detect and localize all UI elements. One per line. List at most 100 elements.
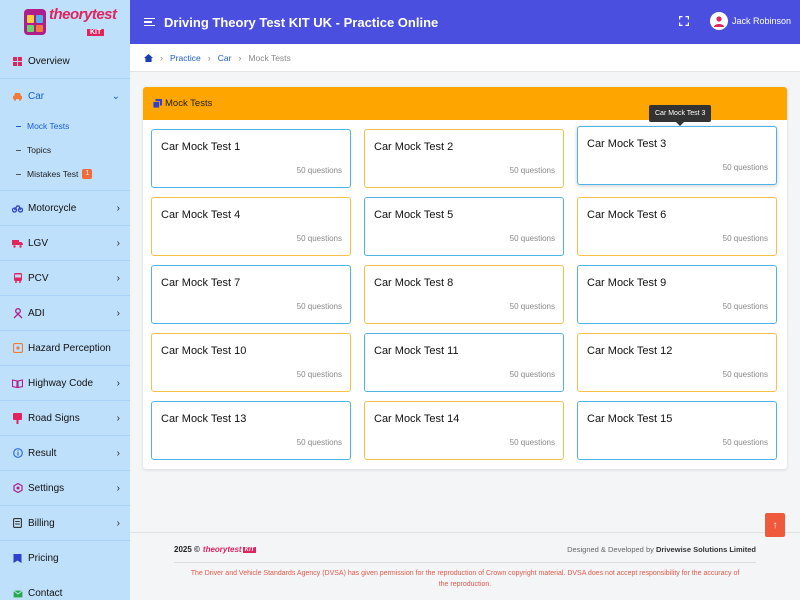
- user-name[interactable]: Jack Robinson: [732, 16, 791, 26]
- sidebar-item-overview[interactable]: Overview: [0, 44, 130, 79]
- mock-test-question-count: 50 questions: [722, 234, 768, 243]
- sidebar-item-result[interactable]: Result ›: [0, 436, 130, 471]
- mock-test-title: Car Mock Test 11: [374, 345, 459, 357]
- mock-test-question-count: 50 questions: [509, 166, 555, 175]
- mock-test-card[interactable]: Car Mock Test 15 50 questions: [577, 401, 777, 460]
- mock-test-question-count: 50 questions: [509, 370, 555, 379]
- chevron-right-icon: ›: [116, 447, 120, 459]
- mock-test-question-count: 50 questions: [296, 166, 342, 175]
- footer-brand-kit: KIT: [242, 546, 257, 553]
- chevron-right-icon: ›: [116, 272, 120, 284]
- dash-icon: [16, 125, 21, 127]
- sidebar-item-label: Result: [28, 447, 57, 459]
- sidebar-item-adi[interactable]: ADI ›: [0, 296, 130, 331]
- home-icon[interactable]: [144, 53, 153, 62]
- breadcrumb-separator-icon: ›: [238, 52, 242, 63]
- sidebar-item-hazard-perception[interactable]: Hazard Perception: [0, 331, 130, 366]
- fullscreen-icon[interactable]: [679, 16, 689, 26]
- sidebar-subitem-mock-tests[interactable]: Mock Tests: [0, 114, 130, 138]
- mock-test-title: Car Mock Test 8: [374, 277, 454, 289]
- sidebar-item-road-signs[interactable]: Road Signs ›: [0, 401, 130, 436]
- logo-badge-icon: [24, 9, 46, 35]
- mock-test-card[interactable]: Car Mock Test 10 50 questions: [151, 333, 351, 392]
- sidebar-item-label: ADI: [28, 307, 45, 319]
- truck-icon: [12, 238, 23, 249]
- mock-test-card[interactable]: Car Mock Test 4 50 questions: [151, 197, 351, 256]
- sidebar-subitem-label: Topics: [27, 145, 52, 155]
- mock-test-title: Car Mock Test 14: [374, 413, 460, 425]
- sidebar-subitem-topics[interactable]: Topics: [0, 138, 130, 162]
- mock-test-card[interactable]: Car Mock Test 1 50 questions: [151, 129, 351, 188]
- mock-test-card[interactable]: Car Mock Test 12 50 questions: [577, 333, 777, 392]
- instructor-icon: [12, 307, 23, 319]
- sidebar-item-settings[interactable]: Settings ›: [0, 471, 130, 506]
- mock-test-card[interactable]: Car Mock Test 5 50 questions: [364, 197, 564, 256]
- footer-designed-by: Designed & Developed by: [567, 545, 654, 554]
- sidebar-item-lgv[interactable]: LGV ›: [0, 226, 130, 261]
- logo[interactable]: theorytest KIT: [0, 0, 130, 44]
- breadcrumb: › Practice › Car › Mock Tests: [130, 44, 800, 72]
- scroll-to-top-button[interactable]: ↑: [765, 513, 785, 537]
- footer-company[interactable]: Drivewise Solutions Limited: [656, 545, 756, 554]
- footer-copyright: 2025 © theorytest KIT: [174, 545, 257, 554]
- footer-divider: [174, 562, 756, 563]
- avatar[interactable]: [710, 12, 728, 30]
- breadcrumb-current: Mock Tests: [248, 52, 291, 63]
- footer-brand: theorytest: [202, 545, 242, 554]
- menu-toggle-icon[interactable]: [144, 17, 155, 27]
- motorcycle-icon: [12, 203, 23, 214]
- sidebar-item-label: Contact: [28, 588, 63, 599]
- chevron-down-icon: ⌄: [111, 91, 120, 102]
- copy-icon: [153, 99, 162, 108]
- sidebar-item-label: Billing: [28, 517, 55, 529]
- sidebar-item-pricing[interactable]: Pricing: [0, 541, 130, 576]
- grid-icon: [12, 56, 23, 67]
- mock-test-card[interactable]: Car Mock Test 6 50 questions: [577, 197, 777, 256]
- mock-test-card[interactable]: Car Mock Test 11 50 questions: [364, 333, 564, 392]
- chevron-right-icon: ›: [116, 377, 120, 389]
- footer-credit: Designed & Developed by Drivewise Soluti…: [567, 545, 756, 554]
- mock-test-question-count: 50 questions: [296, 234, 342, 243]
- car-icon: [12, 91, 23, 102]
- sidebar-item-label: Hazard Perception: [28, 342, 111, 354]
- breadcrumb-separator-icon: ›: [160, 52, 163, 63]
- sidebar-item-label: Pricing: [28, 553, 59, 564]
- mock-test-card[interactable]: Car Mock Test 3 50 questions: [577, 126, 777, 185]
- info-icon: [12, 448, 23, 459]
- mock-test-card[interactable]: Car Mock Test 13 50 questions: [151, 401, 351, 460]
- sidebar-item-motorcycle[interactable]: Motorcycle ›: [0, 191, 130, 226]
- sidebar-item-label: PCV: [28, 272, 49, 284]
- mock-test-title: Car Mock Test 10: [161, 345, 247, 357]
- car-submenu: Mock Tests Topics Mistakes Test 1: [0, 114, 130, 191]
- breadcrumb-separator-icon: ›: [207, 52, 211, 63]
- mock-test-question-count: 50 questions: [722, 370, 768, 379]
- mock-test-question-count: 50 questions: [722, 438, 768, 447]
- mock-test-question-count: 50 questions: [722, 163, 768, 172]
- mock-test-question-count: 50 questions: [296, 438, 342, 447]
- mock-test-title: Car Mock Test 3: [587, 138, 667, 150]
- mistakes-count-badge: 1: [82, 169, 93, 179]
- breadcrumb-practice[interactable]: Practice: [170, 53, 201, 63]
- sidebar-item-label: LGV: [28, 237, 49, 249]
- mock-test-question-count: 50 questions: [509, 302, 555, 311]
- footer-year: 2025 ©: [174, 545, 200, 554]
- sidebar-item-label: Road Signs: [28, 412, 80, 424]
- chevron-right-icon: ›: [116, 202, 120, 214]
- mock-test-question-count: 50 questions: [296, 370, 342, 379]
- sidebar-item-pcv[interactable]: PCV ›: [0, 261, 130, 296]
- sidebar-item-highway-code[interactable]: Highway Code ›: [0, 366, 130, 401]
- mock-test-card[interactable]: Car Mock Test 8 50 questions: [364, 265, 564, 324]
- mock-test-title: Car Mock Test 4: [161, 209, 241, 221]
- dash-icon: [16, 149, 21, 151]
- mock-test-card[interactable]: Car Mock Test 14 50 questions: [364, 401, 564, 460]
- sidebar-subitem-mistakes-test[interactable]: Mistakes Test 1: [0, 162, 130, 186]
- mock-test-card[interactable]: Car Mock Test 9 50 questions: [577, 265, 777, 324]
- breadcrumb-car[interactable]: Car: [218, 53, 232, 63]
- sidebar-item-car[interactable]: Car ⌄: [0, 79, 130, 114]
- sidebar-item-billing[interactable]: Billing ›: [0, 506, 130, 541]
- document-icon: [12, 518, 23, 529]
- sidebar-item-contact[interactable]: Contact: [0, 576, 130, 600]
- mock-test-card[interactable]: Car Mock Test 7 50 questions: [151, 265, 351, 324]
- mock-test-title: Car Mock Test 9: [587, 277, 667, 289]
- mock-test-card[interactable]: Car Mock Test 2 50 questions: [364, 129, 564, 188]
